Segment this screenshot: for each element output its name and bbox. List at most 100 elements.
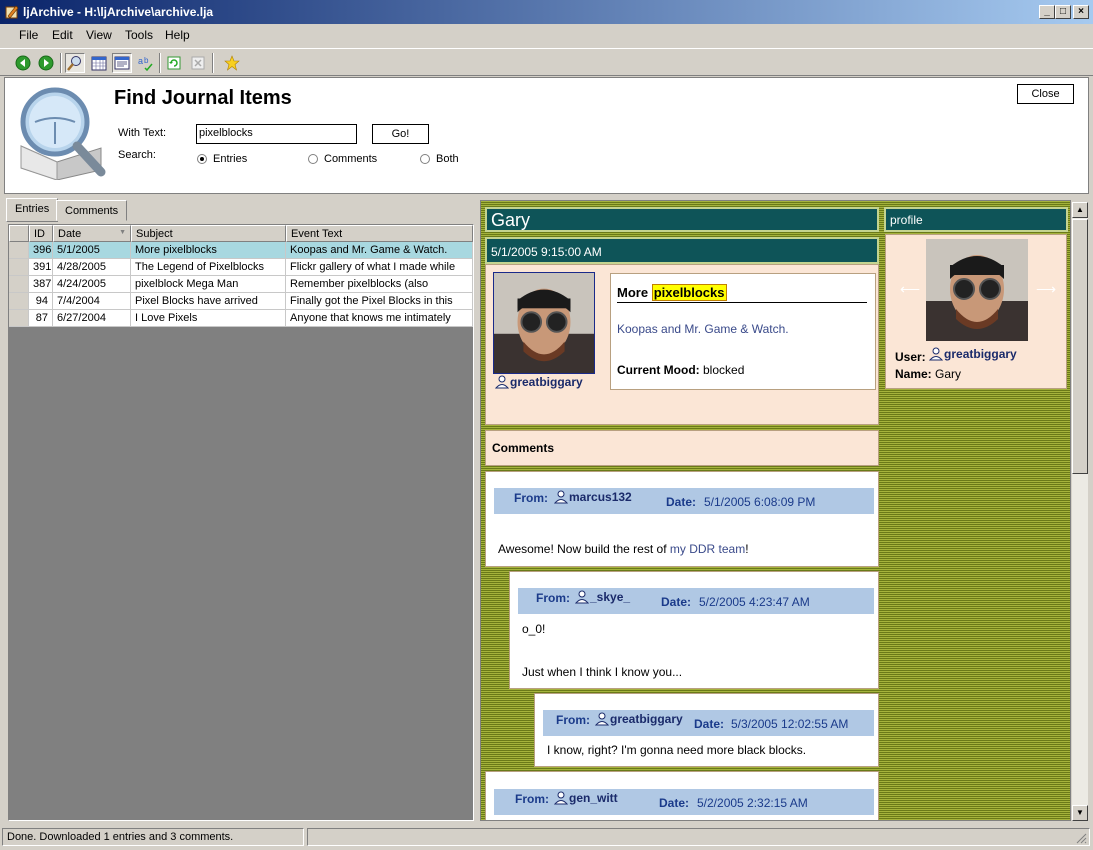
profile-user-label: User: <box>895 350 926 364</box>
calendar-button[interactable] <box>89 53 109 73</box>
journal-name: Gary <box>485 207 879 232</box>
row-header-column <box>9 225 29 242</box>
row-header <box>9 276 29 293</box>
arrow-left-icon: ⟵ <box>900 281 921 297</box>
table-row[interactable]: 391 4/28/2005 The Legend of Pixelblocks … <box>9 259 473 276</box>
tab-comments[interactable]: Comments <box>56 200 128 221</box>
menu-bar: File Edit View Tools Help <box>0 24 1093 46</box>
mood-value: blocked <box>703 363 745 377</box>
row-header <box>9 259 29 276</box>
tab-entries[interactable]: Entries <box>6 198 59 222</box>
with-text-label: With Text: <box>118 127 167 139</box>
entry-body: greatbiggary More pixelblocks Koopas and… <box>485 264 879 425</box>
radio-comments[interactable]: Comments <box>308 153 377 165</box>
row-header <box>9 310 29 327</box>
cell-event-text: Finally got the Pixel Blocks in this <box>286 293 473 310</box>
comment-body: o_0! <box>522 622 546 636</box>
comment-date: 5/1/2005 6:08:09 PM <box>704 495 816 509</box>
forward-button[interactable] <box>36 53 56 73</box>
radio-both[interactable]: Both <box>420 153 459 165</box>
comment-text: ! <box>745 542 749 556</box>
search-input[interactable]: pixelblocks <box>196 124 357 144</box>
status-text: Done. Downloaded 1 entries and 3 comment… <box>2 828 304 846</box>
cell-event-text: Remember pixelblocks (also <box>286 276 473 293</box>
menu-help[interactable]: Help <box>165 28 190 42</box>
comment-user-link[interactable]: greatbiggary <box>595 712 683 726</box>
comment-header: From: marcus132 Date: 5/1/2005 6:08:09 P… <box>494 488 874 514</box>
comment-body: I know, right? I'm gonna need more black… <box>547 743 807 757</box>
table-row[interactable]: 396 5/1/2005 More pixelblocks Koopas and… <box>9 242 473 259</box>
cell-event-text: Anyone that knows me intimately <box>286 310 473 327</box>
date-label: Date: <box>666 495 697 509</box>
status-panel <box>307 828 1090 846</box>
profile-user-name: greatbiggary <box>944 347 1017 361</box>
results-grid: ID Date ▼ Subject Event Text 396 5/1/200… <box>8 224 474 821</box>
close-button[interactable]: Close <box>1017 84 1074 104</box>
menu-tools[interactable]: Tools <box>125 28 153 42</box>
cell-subject: Pixel Blocks have arrived <box>131 293 286 310</box>
cell-id: 391 <box>29 259 53 276</box>
browse-button[interactable] <box>112 53 132 73</box>
cell-event-text: Flickr gallery of what I made while <box>286 259 473 276</box>
column-subject[interactable]: Subject <box>131 225 286 242</box>
favorite-button[interactable] <box>222 53 242 73</box>
entry-subject-prefix: More <box>617 285 649 300</box>
toolbar-separator <box>60 53 62 73</box>
menu-view[interactable]: View <box>86 28 112 42</box>
comment-link[interactable]: my DDR team <box>670 542 745 556</box>
comment-user: _skye_ <box>590 590 631 604</box>
cell-date: 6/27/2004 <box>53 310 131 327</box>
user-icon <box>495 375 509 389</box>
stop-button[interactable] <box>188 53 208 73</box>
arrow-right-icon: ⟶ <box>1036 281 1057 297</box>
profile-heading: profile <box>884 207 1068 232</box>
scroll-down-button[interactable]: ▼ <box>1072 805 1088 821</box>
radio-selected-icon <box>197 154 207 164</box>
table-row[interactable]: 387 4/24/2005 pixelblock Mega Man Rememb… <box>9 276 473 293</box>
date-label: Date: <box>659 796 690 810</box>
entry-scrollbar[interactable]: ▲ ▼ <box>1071 202 1088 821</box>
comment-body: Just when I think I know you... <box>522 665 683 679</box>
table-row[interactable]: 94 7/4/2004 Pixel Blocks have arrived Fi… <box>9 293 473 310</box>
user-icon <box>554 791 568 805</box>
comment-user: gen_witt <box>569 791 618 805</box>
close-window-button[interactable]: × <box>1073 5 1089 19</box>
profile-name-label: Name: <box>895 367 932 381</box>
profile-user-link[interactable]: greatbiggary <box>929 347 1017 361</box>
column-id[interactable]: ID <box>29 225 53 242</box>
maximize-button[interactable]: □ <box>1055 5 1071 19</box>
find-button[interactable] <box>65 53 85 73</box>
comment-user-link[interactable]: _skye_ <box>575 590 630 604</box>
menu-edit[interactable]: Edit <box>52 28 73 42</box>
date-label: Date: <box>661 595 692 609</box>
date-label: Date: <box>694 717 725 731</box>
user-icon <box>554 490 568 504</box>
resize-grip-icon[interactable] <box>1075 832 1087 844</box>
table-row[interactable]: 87 6/27/2004 I Love Pixels Anyone that k… <box>9 310 473 327</box>
favorite-icon <box>224 55 240 71</box>
entry-author-link[interactable]: greatbiggary <box>495 375 583 389</box>
radio-entries[interactable]: Entries <box>197 153 247 165</box>
radio-comments-label: Comments <box>324 153 378 165</box>
title-bar: ljArchive - H:\ljArchive\archive.lja _ □… <box>0 0 1093 24</box>
comment-user-link[interactable]: gen_witt <box>554 791 618 805</box>
minimize-button[interactable]: _ <box>1039 5 1055 19</box>
refresh-button[interactable] <box>164 53 184 73</box>
profile-user: User: greatbiggary <box>895 347 1017 364</box>
cell-id: 94 <box>29 293 53 310</box>
menu-file[interactable]: File <box>19 28 38 42</box>
radio-icon <box>308 154 318 164</box>
sort-desc-icon: ▼ <box>119 229 126 236</box>
entry-userpic <box>493 272 595 374</box>
spellcheck-button[interactable]: a b <box>135 53 155 73</box>
cell-subject: The Legend of Pixelblocks <box>131 259 286 276</box>
comment-user: marcus132 <box>569 490 632 504</box>
go-button[interactable]: Go! <box>372 124 429 144</box>
comment-user-link[interactable]: marcus132 <box>554 490 632 504</box>
scroll-thumb[interactable] <box>1072 219 1088 474</box>
profile-box: ⟵ ⟶ User: greatbiggary Name: Gary <box>885 234 1067 389</box>
scroll-up-button[interactable]: ▲ <box>1072 202 1088 218</box>
back-button[interactable] <box>13 53 33 73</box>
column-event-text[interactable]: Event Text <box>286 225 473 242</box>
column-date[interactable]: Date ▼ <box>53 225 131 242</box>
